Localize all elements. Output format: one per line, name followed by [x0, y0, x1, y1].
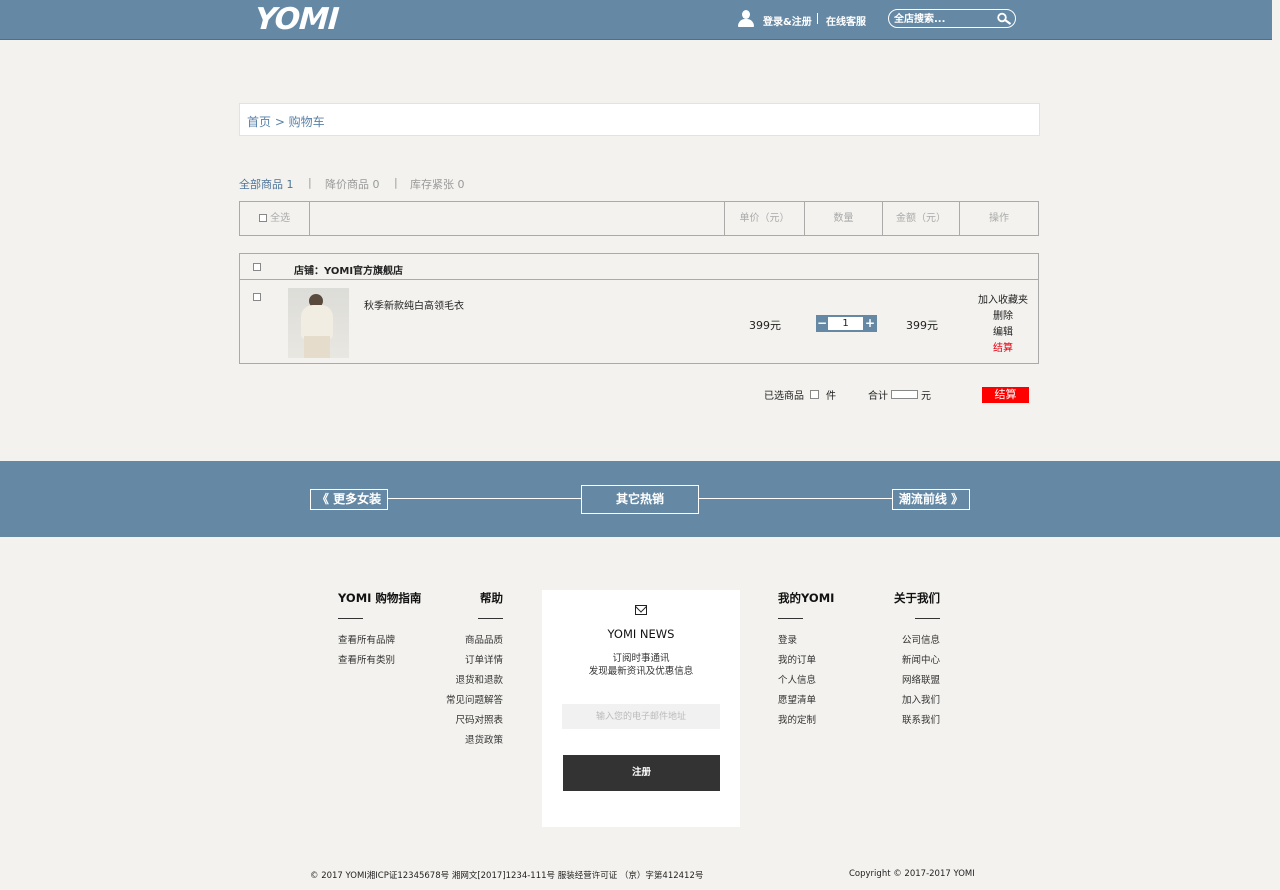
tab-separator: |: [308, 176, 312, 189]
copyright-left: © 2017 YOMI湘ICP证12345678号 湘网文[2017]1234-…: [310, 871, 704, 881]
shop-checkbox[interactable]: [253, 263, 261, 271]
total-amount-box: [891, 390, 918, 399]
amount-header: 金额（元）: [883, 202, 960, 235]
quantity-stepper: − +: [816, 315, 877, 332]
operation-header: 操作: [989, 213, 1009, 224]
footer-rule: [915, 618, 940, 619]
newsletter-description: 订阅时事通讯 发现最新资讯及优惠信息: [542, 652, 740, 678]
tab-count: 0: [457, 178, 465, 191]
item-amount: 399元: [906, 319, 938, 332]
product-thumbnail[interactable]: [288, 288, 349, 358]
cart-table-header: 全选 单价（元） 数量 金额（元） 操作: [239, 201, 1039, 236]
footer-my-yomi: 我的YOMI 登录 我的订单 个人信息 愿望清单 我的定制: [778, 590, 834, 731]
copyright-right: Copyright © 2017-2017 YOMI: [849, 869, 975, 879]
footer-link[interactable]: 尺码对照表: [403, 711, 503, 731]
decrease-quantity-button[interactable]: −: [816, 315, 828, 332]
recommendation-band: 《 更多女装 其它热销 潮流前线 》: [0, 461, 1280, 537]
logo[interactable]: YOMI: [254, 2, 340, 37]
selected-unit: 件: [826, 391, 836, 402]
footer-link[interactable]: 个人信息: [778, 671, 834, 691]
tab-count: 1: [286, 178, 294, 191]
trend-frontline-button[interactable]: 潮流前线 》: [892, 489, 970, 510]
footer-help: 帮助 商品品质 订单详情 退货和退款 常见问题解答 尺码对照表 退货政策: [403, 590, 503, 751]
footer-link[interactable]: 愿望清单: [778, 691, 834, 711]
mail-icon: [635, 605, 647, 615]
increase-quantity-button[interactable]: +: [864, 315, 876, 332]
footer-link[interactable]: 登录: [778, 631, 834, 651]
store-search-box: [888, 9, 1016, 28]
tab-count: 0: [372, 178, 380, 191]
online-service-link[interactable]: 在线客服: [826, 13, 866, 28]
tab-low-stock[interactable]: 库存紧张 0: [410, 176, 465, 192]
selected-count-box: [810, 390, 819, 399]
unit-price: 399元: [749, 319, 781, 332]
selected-items-label: 已选商品: [764, 391, 804, 402]
search-icon[interactable]: [996, 12, 1012, 26]
select-all-cell: 全选: [240, 202, 310, 235]
login-register-link[interactable]: 登录&注册: [763, 13, 812, 28]
quantity-input[interactable]: [828, 317, 863, 330]
newsletter-register-button[interactable]: 注册: [563, 755, 720, 791]
total-label: 合计: [868, 391, 888, 402]
store-search-input[interactable]: [894, 12, 989, 26]
footer-link[interactable]: 常见问题解答: [403, 691, 503, 711]
scrollbar-track[interactable]: [1272, 0, 1280, 40]
footer-column-title: 我的YOMI: [778, 591, 835, 605]
item-checkbox[interactable]: [253, 293, 261, 301]
total-currency: 元: [921, 391, 931, 402]
footer-link[interactable]: 退货和退款: [403, 671, 503, 691]
item-operations: 加入收藏夹 删除 编辑 结算: [976, 293, 1030, 357]
more-womenswear-button[interactable]: 《 更多女装: [310, 489, 388, 510]
tab-all-items[interactable]: 全部商品 1: [239, 176, 294, 192]
select-all-checkbox[interactable]: [258, 214, 267, 222]
footer-rule: [478, 618, 503, 619]
top-nav-bar: YOMI 登录&注册 在线客服: [0, 0, 1272, 40]
footer-column-title: 关于我们: [894, 591, 940, 605]
footer-link[interactable]: 订单详情: [403, 651, 503, 671]
cart-shop-group: 店铺：YOMI官方旗舰店 秋季新款纯白高领毛衣 399元 − + 399元 加入…: [239, 253, 1039, 364]
footer-link[interactable]: 我的定制: [778, 711, 834, 731]
tab-separator: |: [394, 176, 398, 189]
shop-name[interactable]: 店铺：YOMI官方旗舰店: [294, 262, 403, 277]
add-to-favorites-link[interactable]: 加入收藏夹: [976, 293, 1030, 309]
tab-label: 全部商品: [239, 178, 283, 191]
footer-link[interactable]: 加入我们: [860, 691, 940, 711]
footer-column-title: 帮助: [480, 591, 503, 605]
header-divider: [817, 13, 818, 24]
footer-link[interactable]: 退货政策: [403, 731, 503, 751]
footer-link[interactable]: 我的订单: [778, 651, 834, 671]
newsletter-email-input[interactable]: [562, 704, 720, 729]
shop-row: 店铺：YOMI官方旗舰店: [240, 254, 1038, 280]
footer-link[interactable]: 新闻中心: [860, 651, 940, 671]
footer-link[interactable]: 网络联盟: [860, 671, 940, 691]
footer-link[interactable]: 联系我们: [860, 711, 940, 731]
newsletter-line: 发现最新资讯及优惠信息: [588, 666, 694, 677]
unit-price-header: 单价（元）: [725, 202, 805, 235]
tab-price-drop[interactable]: 降价商品 0: [325, 176, 380, 192]
checkout-button[interactable]: 结算: [982, 387, 1029, 403]
product-name[interactable]: 秋季新款纯白高领毛衣: [364, 297, 464, 312]
tab-label: 降价商品: [325, 178, 369, 191]
newsletter-panel: YOMI NEWS 订阅时事通讯 发现最新资讯及优惠信息 注册: [542, 590, 740, 827]
newsletter-title: YOMI NEWS: [607, 627, 675, 641]
footer-link[interactable]: 商品品质: [403, 631, 503, 651]
tab-label: 库存紧张: [410, 178, 454, 191]
delete-link[interactable]: 删除: [976, 309, 1030, 325]
select-all-label: 全选: [270, 213, 291, 224]
quantity-header: 数量: [805, 202, 883, 235]
other-hot-sales-button[interactable]: 其它热销: [581, 485, 699, 514]
edit-link[interactable]: 编辑: [976, 325, 1030, 341]
footer-rule: [338, 618, 363, 619]
product-column-header: [310, 202, 725, 235]
breadcrumb[interactable]: 首页 > 购物车: [239, 103, 1040, 136]
item-checkout-link[interactable]: 结算: [976, 341, 1030, 357]
footer-about-us: 关于我们 公司信息 新闻中心 网络联盟 加入我们 联系我们: [860, 590, 940, 731]
user-icon[interactable]: [737, 10, 755, 28]
newsletter-line: 订阅时事通讯: [612, 653, 670, 664]
footer-rule: [778, 618, 803, 619]
footer-link[interactable]: 公司信息: [860, 631, 940, 651]
